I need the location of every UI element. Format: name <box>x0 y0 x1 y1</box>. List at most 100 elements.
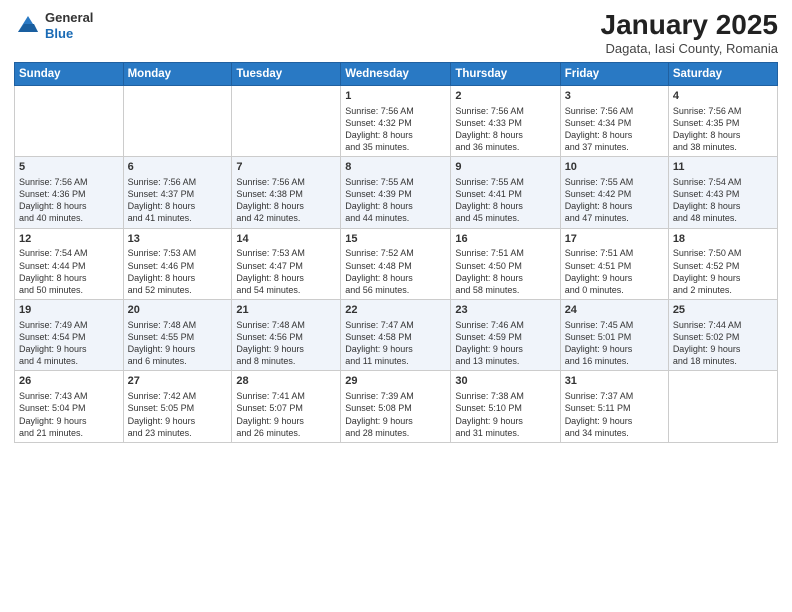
calendar-cell: 15Sunrise: 7:52 AM Sunset: 4:48 PM Dayli… <box>341 228 451 299</box>
calendar-cell: 20Sunrise: 7:48 AM Sunset: 4:55 PM Dayli… <box>123 300 232 371</box>
day-number: 22 <box>345 303 446 318</box>
calendar-cell: 23Sunrise: 7:46 AM Sunset: 4:59 PM Dayli… <box>451 300 560 371</box>
calendar-cell: 10Sunrise: 7:55 AM Sunset: 4:42 PM Dayli… <box>560 157 668 228</box>
cell-content: Sunrise: 7:51 AM Sunset: 4:51 PM Dayligh… <box>565 247 664 296</box>
day-number: 16 <box>455 232 555 247</box>
cell-content: Sunrise: 7:52 AM Sunset: 4:48 PM Dayligh… <box>345 247 446 296</box>
calendar-cell: 28Sunrise: 7:41 AM Sunset: 5:07 PM Dayli… <box>232 371 341 442</box>
cell-content: Sunrise: 7:54 AM Sunset: 4:44 PM Dayligh… <box>19 247 119 296</box>
weekday-header-friday: Friday <box>560 62 668 85</box>
day-number: 30 <box>455 374 555 389</box>
calendar-cell: 31Sunrise: 7:37 AM Sunset: 5:11 PM Dayli… <box>560 371 668 442</box>
day-number: 9 <box>455 160 555 175</box>
day-number: 18 <box>673 232 773 247</box>
cell-content: Sunrise: 7:39 AM Sunset: 5:08 PM Dayligh… <box>345 390 446 439</box>
cell-content: Sunrise: 7:54 AM Sunset: 4:43 PM Dayligh… <box>673 176 773 225</box>
calendar: SundayMondayTuesdayWednesdayThursdayFrid… <box>14 62 778 443</box>
cell-content: Sunrise: 7:55 AM Sunset: 4:39 PM Dayligh… <box>345 176 446 225</box>
calendar-cell: 30Sunrise: 7:38 AM Sunset: 5:10 PM Dayli… <box>451 371 560 442</box>
weekday-header-wednesday: Wednesday <box>341 62 451 85</box>
cell-content: Sunrise: 7:56 AM Sunset: 4:32 PM Dayligh… <box>345 105 446 154</box>
day-number: 3 <box>565 89 664 104</box>
calendar-cell: 6Sunrise: 7:56 AM Sunset: 4:37 PM Daylig… <box>123 157 232 228</box>
cell-content: Sunrise: 7:56 AM Sunset: 4:34 PM Dayligh… <box>565 105 664 154</box>
cell-content: Sunrise: 7:51 AM Sunset: 4:50 PM Dayligh… <box>455 247 555 296</box>
cell-content: Sunrise: 7:44 AM Sunset: 5:02 PM Dayligh… <box>673 319 773 368</box>
cell-content: Sunrise: 7:50 AM Sunset: 4:52 PM Dayligh… <box>673 247 773 296</box>
day-number: 24 <box>565 303 664 318</box>
logo-general: General <box>45 10 93 26</box>
day-number: 27 <box>128 374 228 389</box>
cell-content: Sunrise: 7:47 AM Sunset: 4:58 PM Dayligh… <box>345 319 446 368</box>
cell-content: Sunrise: 7:53 AM Sunset: 4:47 PM Dayligh… <box>236 247 336 296</box>
calendar-cell: 8Sunrise: 7:55 AM Sunset: 4:39 PM Daylig… <box>341 157 451 228</box>
day-number: 21 <box>236 303 336 318</box>
calendar-cell: 4Sunrise: 7:56 AM Sunset: 4:35 PM Daylig… <box>668 85 777 156</box>
calendar-cell: 16Sunrise: 7:51 AM Sunset: 4:50 PM Dayli… <box>451 228 560 299</box>
calendar-cell: 25Sunrise: 7:44 AM Sunset: 5:02 PM Dayli… <box>668 300 777 371</box>
cell-content: Sunrise: 7:41 AM Sunset: 5:07 PM Dayligh… <box>236 390 336 439</box>
day-number: 12 <box>19 232 119 247</box>
day-number: 26 <box>19 374 119 389</box>
calendar-cell <box>123 85 232 156</box>
calendar-cell: 3Sunrise: 7:56 AM Sunset: 4:34 PM Daylig… <box>560 85 668 156</box>
day-number: 28 <box>236 374 336 389</box>
week-row-1: 5Sunrise: 7:56 AM Sunset: 4:36 PM Daylig… <box>15 157 778 228</box>
day-number: 31 <box>565 374 664 389</box>
header: General Blue January 2025 Dagata, Iasi C… <box>14 10 778 56</box>
cell-content: Sunrise: 7:42 AM Sunset: 5:05 PM Dayligh… <box>128 390 228 439</box>
calendar-cell: 12Sunrise: 7:54 AM Sunset: 4:44 PM Dayli… <box>15 228 124 299</box>
week-row-0: 1Sunrise: 7:56 AM Sunset: 4:32 PM Daylig… <box>15 85 778 156</box>
month-title: January 2025 <box>601 10 778 41</box>
day-number: 10 <box>565 160 664 175</box>
cell-content: Sunrise: 7:38 AM Sunset: 5:10 PM Dayligh… <box>455 390 555 439</box>
day-number: 8 <box>345 160 446 175</box>
cell-content: Sunrise: 7:56 AM Sunset: 4:37 PM Dayligh… <box>128 176 228 225</box>
cell-content: Sunrise: 7:53 AM Sunset: 4:46 PM Dayligh… <box>128 247 228 296</box>
day-number: 29 <box>345 374 446 389</box>
day-number: 2 <box>455 89 555 104</box>
cell-content: Sunrise: 7:46 AM Sunset: 4:59 PM Dayligh… <box>455 319 555 368</box>
week-row-3: 19Sunrise: 7:49 AM Sunset: 4:54 PM Dayli… <box>15 300 778 371</box>
logo: General Blue <box>14 10 93 41</box>
day-number: 14 <box>236 232 336 247</box>
day-number: 15 <box>345 232 446 247</box>
calendar-cell: 21Sunrise: 7:48 AM Sunset: 4:56 PM Dayli… <box>232 300 341 371</box>
day-number: 17 <box>565 232 664 247</box>
day-number: 7 <box>236 160 336 175</box>
weekday-header-thursday: Thursday <box>451 62 560 85</box>
location-title: Dagata, Iasi County, Romania <box>601 41 778 56</box>
calendar-cell: 27Sunrise: 7:42 AM Sunset: 5:05 PM Dayli… <box>123 371 232 442</box>
cell-content: Sunrise: 7:56 AM Sunset: 4:35 PM Dayligh… <box>673 105 773 154</box>
logo-blue: Blue <box>45 26 93 42</box>
calendar-cell: 5Sunrise: 7:56 AM Sunset: 4:36 PM Daylig… <box>15 157 124 228</box>
week-row-4: 26Sunrise: 7:43 AM Sunset: 5:04 PM Dayli… <box>15 371 778 442</box>
cell-content: Sunrise: 7:56 AM Sunset: 4:33 PM Dayligh… <box>455 105 555 154</box>
calendar-cell: 22Sunrise: 7:47 AM Sunset: 4:58 PM Dayli… <box>341 300 451 371</box>
week-row-2: 12Sunrise: 7:54 AM Sunset: 4:44 PM Dayli… <box>15 228 778 299</box>
day-number: 1 <box>345 89 446 104</box>
cell-content: Sunrise: 7:55 AM Sunset: 4:42 PM Dayligh… <box>565 176 664 225</box>
calendar-cell: 29Sunrise: 7:39 AM Sunset: 5:08 PM Dayli… <box>341 371 451 442</box>
day-number: 4 <box>673 89 773 104</box>
calendar-cell: 1Sunrise: 7:56 AM Sunset: 4:32 PM Daylig… <box>341 85 451 156</box>
calendar-cell: 9Sunrise: 7:55 AM Sunset: 4:41 PM Daylig… <box>451 157 560 228</box>
cell-content: Sunrise: 7:37 AM Sunset: 5:11 PM Dayligh… <box>565 390 664 439</box>
calendar-cell: 14Sunrise: 7:53 AM Sunset: 4:47 PM Dayli… <box>232 228 341 299</box>
cell-content: Sunrise: 7:56 AM Sunset: 4:36 PM Dayligh… <box>19 176 119 225</box>
day-number: 6 <box>128 160 228 175</box>
logo-text: General Blue <box>45 10 93 41</box>
calendar-cell: 19Sunrise: 7:49 AM Sunset: 4:54 PM Dayli… <box>15 300 124 371</box>
title-area: January 2025 Dagata, Iasi County, Romani… <box>601 10 778 56</box>
day-number: 19 <box>19 303 119 318</box>
cell-content: Sunrise: 7:48 AM Sunset: 4:56 PM Dayligh… <box>236 319 336 368</box>
cell-content: Sunrise: 7:49 AM Sunset: 4:54 PM Dayligh… <box>19 319 119 368</box>
cell-content: Sunrise: 7:45 AM Sunset: 5:01 PM Dayligh… <box>565 319 664 368</box>
calendar-cell: 2Sunrise: 7:56 AM Sunset: 4:33 PM Daylig… <box>451 85 560 156</box>
calendar-cell: 26Sunrise: 7:43 AM Sunset: 5:04 PM Dayli… <box>15 371 124 442</box>
calendar-cell <box>15 85 124 156</box>
cell-content: Sunrise: 7:48 AM Sunset: 4:55 PM Dayligh… <box>128 319 228 368</box>
day-number: 13 <box>128 232 228 247</box>
day-number: 23 <box>455 303 555 318</box>
calendar-cell: 7Sunrise: 7:56 AM Sunset: 4:38 PM Daylig… <box>232 157 341 228</box>
